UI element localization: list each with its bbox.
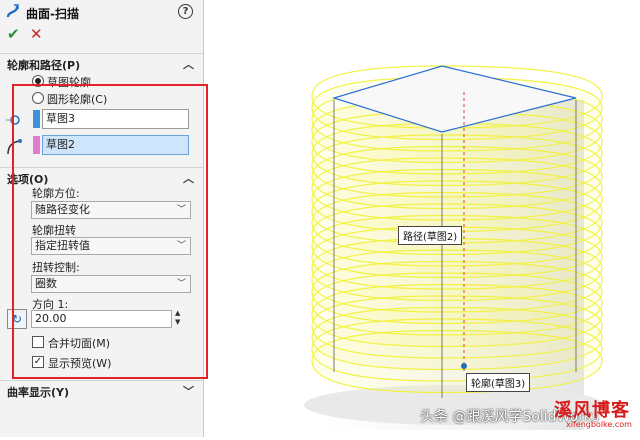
profile-selection-row: 草图3	[0, 108, 203, 130]
path-icon	[7, 139, 22, 155]
path-callout[interactable]: 路径(草图2)	[398, 226, 463, 245]
profile-selection-box[interactable]: 草图3	[42, 109, 189, 129]
chevron-up-icon[interactable]: ︿	[183, 170, 194, 186]
sweep-surface-icon	[6, 4, 19, 18]
section-title: 轮廓和路径(P)	[7, 59, 81, 72]
graphics-viewport[interactable]: 路径(草图2) 轮廓(草图3)	[204, 0, 640, 437]
orientation-label: 轮廓方位:	[32, 187, 80, 200]
radio-button[interactable]	[32, 92, 44, 104]
dropdown-value: 指定扭转值	[35, 239, 90, 252]
reverse-direction-icon[interactable]: ↻	[7, 309, 27, 329]
twist-control-dropdown[interactable]: 圈数 ﹀	[31, 275, 191, 293]
show-preview-checkbox[interactable]: ✓	[32, 356, 44, 368]
feature-title-bar: 曲面-扫描 ?	[0, 0, 203, 24]
feature-title: 曲面-扫描	[26, 7, 79, 21]
ok-button[interactable]: ✔	[7, 25, 20, 43]
spin-stepper[interactable]: ▲ ▼	[175, 309, 180, 327]
dropdown-value: 随路径变化	[35, 203, 90, 216]
section-options[interactable]: 选项(O) ︿	[0, 167, 203, 186]
direction-value-input[interactable]: 20.00	[31, 310, 172, 328]
chevron-down-icon[interactable]: ﹀	[177, 276, 186, 292]
chevron-down-icon[interactable]: ﹀	[183, 383, 194, 399]
path-selection-row: 草图2	[0, 134, 203, 156]
help-icon[interactable]: ?	[178, 4, 193, 19]
section-profile-path[interactable]: 轮廓和路径(P) ︿	[0, 53, 203, 72]
section-curvature-display[interactable]: 曲率显示(Y) ﹀	[0, 380, 203, 399]
path-color-swatch	[33, 136, 40, 154]
twist-dropdown[interactable]: 指定扭转值 ﹀	[31, 237, 191, 255]
radio-label: 圆形轮廓(C)	[47, 93, 108, 106]
profile-callout[interactable]: 轮廓(草图3)	[466, 373, 531, 392]
blog-url-watermark: xifengbolke.com	[566, 420, 632, 429]
property-manager-panel: 曲面-扫描 ? ✔ ✕ 轮廓和路径(P) ︿ 草图轮廓 圆形轮廓(C) 草图3 …	[0, 0, 204, 437]
cancel-button[interactable]: ✕	[30, 25, 43, 43]
checkbox-label: 显示预览(W)	[48, 357, 112, 370]
chevron-up-icon[interactable]: ︿	[183, 56, 194, 72]
checkbox-label: 合并切面(M)	[48, 337, 111, 350]
sweep-ring	[311, 329, 603, 394]
profile-color-swatch	[33, 110, 40, 128]
sweep-preview-model	[304, 65, 604, 430]
dropdown-value: 圈数	[35, 277, 57, 290]
twist-label: 轮廓扭转	[32, 224, 76, 237]
profile-icon	[6, 115, 20, 125]
twist-control-label: 扭转控制:	[32, 261, 80, 274]
chevron-down-icon[interactable]: ﹀	[177, 238, 186, 254]
orientation-dropdown[interactable]: 随路径变化 ﹀	[31, 201, 191, 219]
chevron-down-icon[interactable]: ﹀	[177, 202, 186, 218]
section-title: 曲率显示(Y)	[7, 386, 70, 399]
radio-button[interactable]	[32, 75, 44, 87]
blog-watermark: 溪风博客	[554, 400, 630, 421]
merge-faces-checkbox[interactable]	[32, 336, 44, 348]
path-selection-box[interactable]: 草图2	[42, 135, 189, 155]
radio-label: 草图轮廓	[47, 76, 91, 89]
